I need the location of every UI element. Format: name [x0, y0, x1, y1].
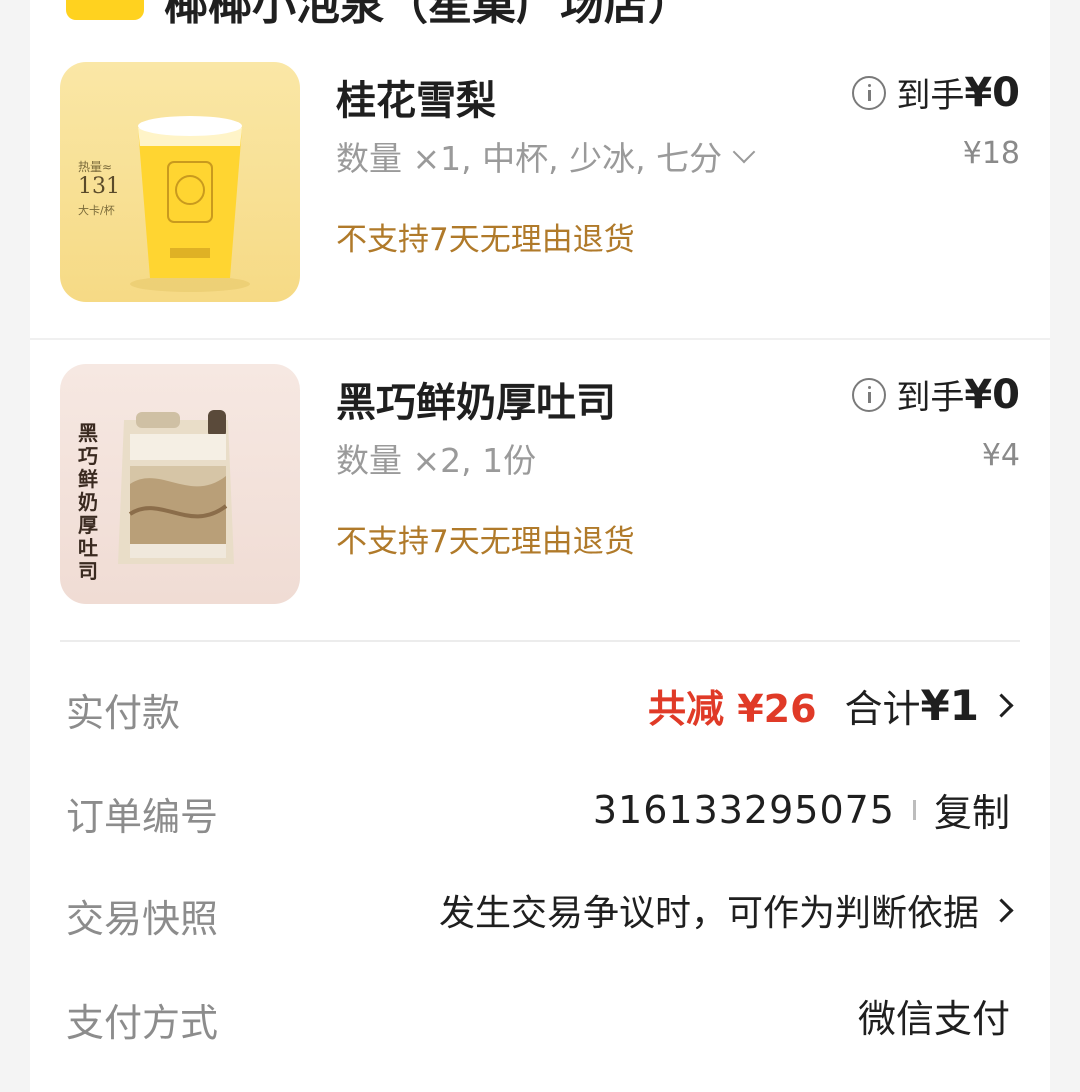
product-image: 热量≈ 131 大卡/杯: [60, 62, 300, 302]
item-name: 黑巧鲜奶厚吐司: [336, 380, 616, 426]
chevron-right-icon: [989, 693, 1014, 718]
paid-amount-row[interactable]: 实付款 共减 ¥26 合计 ¥1: [30, 660, 1050, 760]
final-price-value: ¥0: [964, 371, 1020, 418]
trade-snapshot-text: 发生交易争议时，可作为判断依据: [438, 893, 979, 934]
item-spec: 数量 ×2, 1份: [336, 434, 536, 482]
trade-snapshot-row[interactable]: 交易快照 发生交易争议时，可作为判断依据: [30, 866, 1050, 966]
return-policy-note: 不支持7天无理由退货: [336, 524, 635, 560]
order-card: 椰椰小泡泉（星巢广场店） 热量≈ 131 大卡/杯 桂花雪梨 数量 ×1, 中杯…: [30, 0, 1050, 1092]
divider: [912, 799, 916, 820]
order-number-row: 订单编号 316133295075 复制: [30, 764, 1050, 864]
order-item[interactable]: 黑巧鲜奶厚吐司 黑巧鲜奶厚吐司 数量 ×2, 1份 不支持7天无理由退货 到手 …: [30, 342, 1050, 642]
order-number-label: 订单编号: [66, 795, 219, 839]
original-price: ¥18: [962, 136, 1020, 171]
total-value: ¥1: [920, 681, 979, 730]
final-price-label: 到手: [896, 378, 965, 418]
final-price-group[interactable]: 到手 ¥0: [852, 370, 1020, 419]
section-divider: [60, 640, 1020, 642]
original-price: ¥4: [981, 438, 1020, 473]
item-name: 桂花雪梨: [336, 78, 496, 124]
payment-method-detail: 微信支付: [858, 988, 1010, 1043]
paid-amount-detail[interactable]: 共减 ¥26 合计 ¥1: [647, 678, 1014, 733]
final-price-value: ¥0: [964, 69, 1020, 116]
payment-method-value: 微信支付: [857, 997, 1010, 1041]
payment-method-label: 支付方式: [66, 1001, 219, 1045]
total-label: 合计: [844, 687, 921, 731]
store-header[interactable]: 椰椰小泡泉（星巢广场店）: [66, 0, 692, 40]
toast-package-icon: [118, 410, 234, 564]
final-price-label: 到手: [896, 76, 965, 116]
order-number: 316133295075: [592, 787, 895, 832]
store-tag-icon: [66, 0, 144, 20]
copy-button[interactable]: 复制: [934, 782, 1010, 837]
return-policy-note: 不支持7天无理由退货: [336, 222, 635, 258]
trade-snapshot-link[interactable]: 发生交易争议时，可作为判断依据: [438, 884, 1014, 936]
chevron-right-icon: [989, 897, 1014, 923]
payment-method-row: 支付方式 微信支付: [30, 970, 1050, 1070]
kcal-unit: 大卡/杯: [78, 204, 115, 217]
item-spec-text: 数量 ×2, 1份: [336, 441, 537, 480]
order-item[interactable]: 热量≈ 131 大卡/杯 桂花雪梨 数量 ×1, 中杯, 少冰, 七分 不支持7…: [30, 40, 1050, 340]
item-spec[interactable]: 数量 ×1, 中杯, 少冰, 七分: [336, 132, 756, 180]
item-spec-text: 数量 ×1, 中杯, 少冰, 七分: [336, 139, 723, 178]
info-icon[interactable]: [852, 75, 887, 110]
discount-total: 共减 ¥26: [647, 687, 817, 731]
info-icon[interactable]: [852, 377, 887, 412]
final-price-group[interactable]: 到手 ¥0: [852, 68, 1020, 117]
paid-amount-label: 实付款: [66, 691, 181, 735]
store-name: 椰椰小泡泉（星巢广场店）: [164, 0, 692, 30]
item-divider: [30, 338, 1050, 340]
product-image: 黑巧鲜奶厚吐司: [60, 364, 300, 604]
chevron-down-icon: [732, 140, 756, 164]
kcal-label: 热量≈: [78, 160, 113, 174]
trade-snapshot-label: 交易快照: [66, 897, 219, 941]
kcal-value: 131: [78, 174, 120, 199]
order-number-detail: 316133295075 复制: [593, 782, 1010, 837]
